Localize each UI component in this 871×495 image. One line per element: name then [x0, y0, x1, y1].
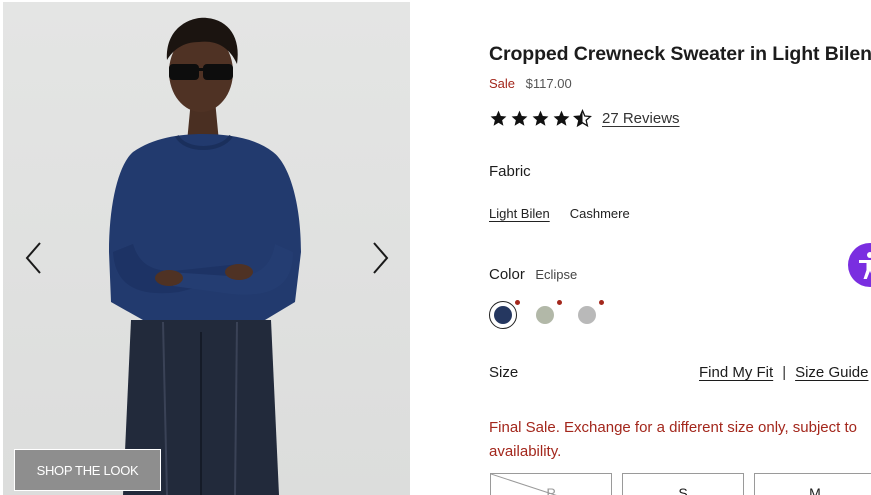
link-separator: | [782, 364, 787, 381]
product-photo [3, 2, 410, 495]
color-swatch-sage[interactable] [531, 300, 562, 329]
product-price: $117.00 [525, 76, 572, 91]
size-option-m[interactable]: M [754, 473, 871, 495]
color-swatch-grey[interactable] [573, 300, 604, 329]
unavailable-slash [491, 474, 557, 495]
sale-dot [557, 300, 562, 305]
size-option-label: M [809, 485, 821, 495]
price-row: Sale $117.00 [489, 76, 572, 91]
selected-color-name: Eclipse [535, 267, 578, 282]
size-option-label: S [678, 485, 688, 495]
swatch-fill [578, 306, 596, 324]
color-row: Color Eclipse [489, 266, 577, 284]
star-icon [553, 110, 570, 126]
color-swatches [489, 300, 604, 329]
color-label: Color [489, 266, 525, 283]
product-title: Cropped Crewneck Sweater in Light Bilen [489, 43, 871, 65]
fabric-option-light-bilen[interactable]: Light Bilen [489, 206, 550, 221]
swatch-fill [536, 306, 554, 324]
fabric-options: Light Bilen Cashmere [489, 206, 630, 221]
sale-label: Sale [489, 76, 516, 91]
star-rating [489, 109, 592, 128]
size-label: Size [489, 364, 519, 381]
final-sale-notice: Final Sale. Exchange for a different siz… [489, 419, 857, 460]
accessibility-button[interactable] [848, 243, 871, 287]
size-options: P S M [490, 473, 871, 495]
rating-row: 27 Reviews [489, 109, 680, 128]
fabric-label: Fabric [489, 163, 531, 180]
chevron-right-icon [373, 242, 389, 274]
previous-image-button[interactable] [23, 240, 45, 276]
accessibility-icon [859, 252, 871, 279]
sale-dot [515, 300, 520, 305]
size-links: Find My Fit | Size Guide [699, 364, 868, 381]
product-image-gallery: SHOP THE LOOK [3, 2, 410, 495]
color-swatch-eclipse[interactable] [489, 300, 520, 329]
chevron-left-icon [25, 242, 41, 274]
sale-dot [599, 300, 604, 305]
star-icon [532, 110, 549, 126]
fabric-option-cashmere[interactable]: Cashmere [570, 206, 630, 221]
half-star-icon [573, 109, 592, 128]
reviews-link[interactable]: 27 Reviews [602, 110, 680, 127]
star-icon [511, 110, 528, 126]
next-image-button[interactable] [369, 240, 391, 276]
find-my-fit-link[interactable]: Find My Fit [699, 364, 773, 381]
size-option-p[interactable]: P [490, 473, 612, 495]
star-icon [490, 110, 507, 126]
size-guide-link[interactable]: Size Guide [795, 364, 868, 381]
size-option-s[interactable]: S [622, 473, 744, 495]
shop-the-look-button[interactable]: SHOP THE LOOK [14, 449, 161, 491]
swatch-fill [494, 306, 512, 324]
